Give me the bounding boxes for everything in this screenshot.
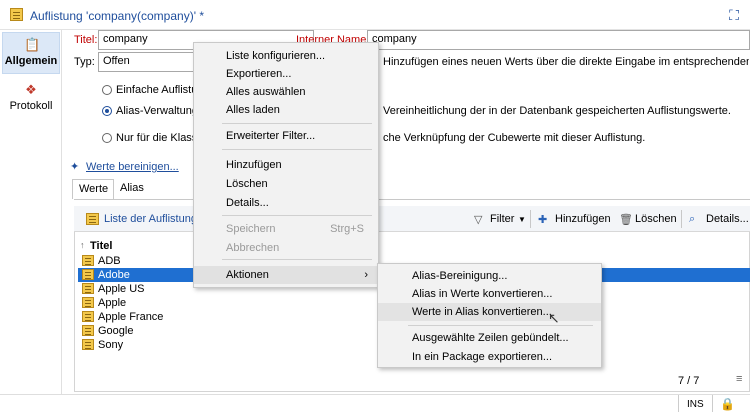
status-separator [712, 395, 713, 412]
window-title: Auflistung 'company(company)' * [30, 9, 204, 23]
search-icon: ⌕ [689, 213, 696, 225]
rail-item-label: Allgemein [4, 55, 58, 67]
insert-mode: INS [687, 399, 704, 410]
menu-separator [408, 325, 593, 326]
rail-item-protokoll[interactable]: ❖ Protokoll [2, 78, 60, 120]
submenu-item-alias-cleanup[interactable]: Alias-Bereinigung... [378, 267, 601, 285]
maximize-icon[interactable]: ⛶ [727, 8, 741, 22]
clean-icon: ✦ [70, 161, 80, 173]
enumeration-icon [10, 8, 23, 21]
type-select[interactable]: Offen [98, 52, 194, 72]
value-icon [82, 325, 94, 336]
type-help-text: Hinzufügen eines neuen Werts über die di… [383, 56, 749, 68]
value-icon [82, 311, 94, 322]
row-count: 7 / 7 [678, 375, 700, 387]
toolbar-separator [681, 210, 682, 228]
value-icon [82, 297, 94, 308]
details-button[interactable]: Details... [706, 213, 749, 225]
clean-values-link[interactable]: Werte bereinigen... [86, 161, 179, 173]
shortcut-label: Strg+S [330, 223, 364, 235]
clipboard-icon: 📋 [24, 37, 41, 52]
rail-item-label: Protokoll [9, 100, 53, 112]
value-icon [82, 283, 94, 294]
chevron-down-icon[interactable]: ▼ [518, 215, 526, 224]
status-separator [678, 395, 679, 412]
column-header-title[interactable]: Titel [90, 240, 112, 252]
internal-name-field[interactable]: company [367, 30, 750, 50]
rail-item-allgemein[interactable]: 📋 Allgemein [2, 32, 60, 74]
menu-item-details[interactable]: Details... [194, 194, 378, 212]
menu-separator [222, 123, 372, 124]
menu-item-load-all[interactable]: Alles laden [194, 101, 378, 119]
menu-separator [222, 215, 372, 216]
menu-separator [222, 149, 372, 150]
menu-item-configure-list[interactable]: Liste konfigurieren... [194, 47, 378, 65]
list-menu-icon[interactable]: ≡ [736, 373, 742, 385]
menu-item-cancel: Abbrechen [226, 242, 280, 254]
submenu-item-alias-to-values[interactable]: Alias in Werte konvertieren... [378, 285, 601, 303]
option-help-cube: che Verknüpfung der Cubewerte mit dieser… [383, 132, 646, 144]
option-radio-cube[interactable] [102, 133, 112, 143]
chevron-right-icon: › [364, 269, 368, 281]
submenu-item-values-to-alias[interactable]: Werte in Alias konvertieren... [378, 303, 601, 321]
window-titlebar: Auflistung 'company(company)' * ⛶ [0, 0, 750, 30]
tab-divider [74, 199, 750, 200]
actions-submenu: Alias-Bereinigung... Alias in Werte konv… [377, 263, 602, 368]
add-button[interactable]: Hinzufügen [555, 213, 611, 225]
menu-item-add[interactable]: Hinzufügen [194, 156, 378, 174]
option-radio-alias[interactable] [102, 106, 112, 116]
menu-separator [222, 259, 372, 260]
list-title: Liste der Auflistungs [104, 213, 203, 225]
tab-werte[interactable]: Werte [72, 179, 114, 199]
status-bar: INS 🔒 [0, 394, 750, 412]
cursor-icon: ↖ [548, 310, 560, 326]
title-label: Titel: [74, 34, 98, 46]
add-icon: ✚ [538, 214, 548, 226]
option-label-alias: Alias-Verwaltung [116, 105, 198, 117]
value-icon [82, 269, 94, 280]
delete-button[interactable]: Löschen [635, 213, 677, 225]
submenu-item-export-package[interactable]: In ein Package exportieren... [378, 348, 601, 366]
submenu-item-bundled-rows[interactable]: Ausgewählte Zeilen gebündelt... [378, 329, 601, 347]
type-label: Typ: [74, 56, 95, 68]
option-label-simple: Einfache Auflistu [116, 84, 198, 96]
trash-icon: 🗑 [619, 214, 633, 226]
menu-item-actions[interactable]: Aktionen › [194, 266, 378, 284]
tab-alias[interactable]: Alias [114, 179, 150, 199]
context-menu: Liste konfigurieren... Exportieren... Al… [193, 42, 379, 288]
filter-button[interactable]: Filter [490, 213, 514, 225]
menu-item-save: Speichern Strg+S [194, 220, 378, 238]
filter-icon: ▽ [474, 214, 483, 226]
list-icon [86, 213, 99, 225]
value-icon [82, 255, 94, 266]
lock-icon: 🔒 [720, 397, 735, 411]
toolbar-separator [530, 210, 531, 228]
option-label-cube: Nur für die Klassi [116, 132, 200, 144]
menu-item-export[interactable]: Exportieren... [194, 65, 378, 83]
menu-item-select-all[interactable]: Alles auswählen [194, 83, 378, 101]
option-help-alias: Vereinheitlichung der in der Datenbank g… [383, 105, 731, 117]
menu-item-delete[interactable]: Löschen [194, 175, 378, 193]
sort-icon: ↑ [80, 240, 85, 250]
value-icon [82, 339, 94, 350]
left-rail: 📋 Allgemein ❖ Protokoll [0, 30, 62, 412]
menu-item-advanced-filter[interactable]: Erweiterter Filter... [194, 127, 378, 145]
option-radio-simple[interactable] [102, 85, 112, 95]
log-icon: ❖ [25, 82, 37, 97]
